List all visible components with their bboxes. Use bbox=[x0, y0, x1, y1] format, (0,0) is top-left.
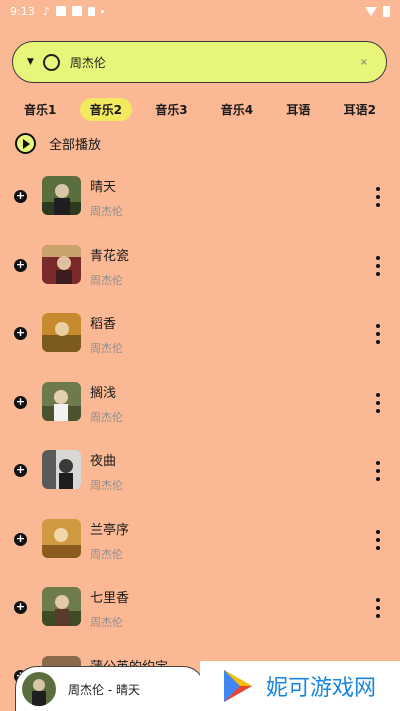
watermark-text: 妮可游戏网 bbox=[266, 676, 377, 701]
music-note-icon: ♪ bbox=[42, 4, 50, 18]
more-options-icon[interactable] bbox=[374, 324, 382, 344]
search-circle-icon bbox=[42, 53, 60, 71]
add-icon[interactable]: + bbox=[14, 464, 27, 477]
song-title: 搁浅 bbox=[90, 385, 117, 401]
play-store-logo-icon bbox=[224, 670, 252, 702]
wifi-icon bbox=[365, 6, 377, 16]
play-all-label: 全部播放 bbox=[49, 138, 102, 153]
play-circle-icon bbox=[15, 133, 36, 154]
clear-icon[interactable]: × bbox=[360, 57, 368, 68]
notification-icon bbox=[71, 6, 82, 16]
add-icon[interactable]: + bbox=[14, 327, 27, 340]
battery-icon bbox=[383, 5, 390, 17]
now-playing-cover bbox=[22, 672, 56, 706]
album-cover bbox=[42, 381, 81, 421]
album-cover bbox=[42, 244, 81, 284]
add-icon[interactable]: + bbox=[14, 190, 27, 203]
song-title: 稻香 bbox=[90, 317, 117, 332]
now-playing-text: 周杰伦 - 晴天 bbox=[68, 682, 140, 697]
song-row[interactable]: + 搁浅 周杰伦 bbox=[0, 371, 400, 440]
song-row[interactable]: + 兰亭序 周杰伦 bbox=[0, 508, 400, 577]
status-time: 9:13 bbox=[10, 4, 35, 18]
play-all-button[interactable]: 全部播放 bbox=[15, 133, 101, 154]
song-artist: 周杰伦 bbox=[90, 616, 123, 629]
more-options-icon[interactable] bbox=[374, 461, 382, 481]
song-title: 七里香 bbox=[90, 591, 130, 606]
category-tabs: 音乐1 音乐2 音乐3 音乐4 耳语 耳语2 bbox=[14, 97, 386, 121]
album-cover bbox=[42, 176, 81, 215]
song-row[interactable]: + 稻香 周杰伦 bbox=[0, 302, 400, 371]
add-icon[interactable]: + bbox=[14, 258, 27, 272]
image-icon bbox=[55, 6, 66, 16]
add-icon[interactable]: + bbox=[14, 395, 27, 409]
album-cover bbox=[42, 587, 81, 626]
dropdown-caret-icon[interactable]: ▼ bbox=[27, 57, 34, 67]
song-artist: 周杰伦 bbox=[90, 205, 123, 218]
song-title: 晴天 bbox=[90, 180, 117, 195]
song-row[interactable]: + 青花瓷 周杰伦 bbox=[0, 234, 400, 303]
more-options-icon[interactable] bbox=[374, 255, 382, 276]
dot-icon bbox=[100, 9, 104, 13]
album-cover bbox=[42, 518, 81, 558]
song-row[interactable]: + 七里香 周杰伦 bbox=[0, 576, 400, 645]
album-cover bbox=[42, 313, 81, 352]
song-list: + 晴天 周杰伦 + 青花瓷 周杰伦 + 稻香 周杰伦 + 搁浅 周杰伦 + 夜… bbox=[0, 165, 400, 711]
status-notification-icons: ♪ bbox=[43, 5, 104, 18]
add-icon[interactable]: + bbox=[14, 532, 27, 546]
tab-music1[interactable]: 音乐1 bbox=[14, 98, 66, 121]
song-artist: 周杰伦 bbox=[90, 479, 123, 492]
tab-whisper2[interactable]: 耳语2 bbox=[334, 98, 386, 121]
song-title: 青花瓷 bbox=[90, 248, 130, 264]
song-artist: 周杰伦 bbox=[90, 273, 123, 287]
search-bar[interactable]: ▼ 周杰伦 × bbox=[12, 41, 387, 83]
watermark-logo: 妮可游戏网 bbox=[200, 661, 400, 711]
tab-whisper[interactable]: 耳语 bbox=[276, 98, 320, 121]
status-bar: 9:13 ♪ bbox=[0, 0, 400, 22]
search-input[interactable]: 周杰伦 bbox=[70, 54, 360, 71]
tab-music3[interactable]: 音乐3 bbox=[145, 98, 197, 121]
song-artist: 周杰伦 bbox=[90, 547, 123, 561]
mini-player[interactable]: 周杰伦 - 晴天 bbox=[15, 666, 205, 711]
add-icon[interactable]: + bbox=[14, 601, 27, 614]
song-title: 夜曲 bbox=[90, 454, 117, 469]
song-title: 兰亭序 bbox=[90, 522, 130, 538]
album-cover bbox=[42, 450, 81, 489]
more-options-icon[interactable] bbox=[374, 392, 382, 413]
more-options-icon[interactable] bbox=[374, 598, 382, 618]
tab-music4[interactable]: 音乐4 bbox=[211, 98, 263, 121]
tab-music2[interactable]: 音乐2 bbox=[79, 97, 132, 121]
song-artist: 周杰伦 bbox=[90, 410, 123, 424]
song-row[interactable]: + 晴天 周杰伦 bbox=[0, 165, 400, 234]
sim-icon bbox=[87, 6, 95, 16]
more-options-icon[interactable] bbox=[374, 529, 382, 550]
more-options-icon[interactable] bbox=[374, 187, 382, 207]
song-artist: 周杰伦 bbox=[90, 342, 123, 355]
song-row[interactable]: + 夜曲 周杰伦 bbox=[0, 439, 400, 508]
